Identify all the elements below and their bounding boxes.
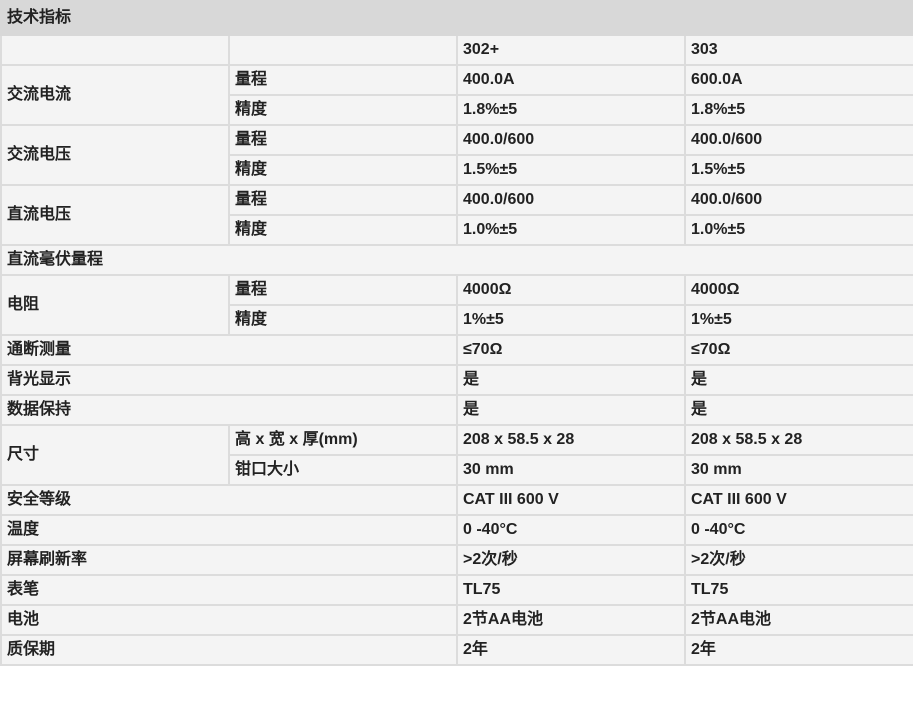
header-row: 302+ 303 — [0, 34, 913, 66]
data-hold-303: 是 — [683, 394, 913, 426]
size-jaw-label: 钳口大小 — [228, 454, 458, 486]
warranty-303: 2年 — [683, 634, 913, 666]
size-label: 尺寸 — [0, 424, 230, 486]
table-row: 直流毫伏量程 — [0, 244, 913, 276]
ac-current-label: 交流电流 — [0, 64, 230, 126]
resistance-accuracy-303: 1%±5 — [683, 304, 913, 336]
dc-voltage-range-label: 量程 — [228, 184, 458, 216]
resistance-label: 电阻 — [0, 274, 230, 336]
dc-mv-range-label: 直流毫伏量程 — [0, 244, 913, 276]
table-row: 温度 0 -40°C 0 -40°C — [0, 514, 913, 546]
ac-current-range-303: 600.0A — [683, 64, 913, 96]
resistance-range-label: 量程 — [228, 274, 458, 306]
warranty-label: 质保期 — [0, 634, 458, 666]
refresh-label: 屏幕刷新率 — [0, 544, 458, 576]
test-leads-label: 表笔 — [0, 574, 458, 606]
data-hold-label: 数据保持 — [0, 394, 458, 426]
test-leads-303: TL75 — [683, 574, 913, 606]
dc-voltage-range-303: 400.0/600 — [683, 184, 913, 216]
resistance-accuracy-302plus: 1%±5 — [456, 304, 686, 336]
continuity-label: 通断测量 — [0, 334, 458, 366]
refresh-303: >2次/秒 — [683, 544, 913, 576]
table-row: 通断测量 ≤70Ω ≤70Ω — [0, 334, 913, 366]
table-row: 表笔 TL75 TL75 — [0, 574, 913, 606]
table-title: 技术指标 — [0, 0, 913, 36]
size-dims-label: 高 x 宽 x 厚(mm) — [228, 424, 458, 456]
warranty-302plus: 2年 — [456, 634, 686, 666]
ac-voltage-range-303: 400.0/600 — [683, 124, 913, 156]
resistance-range-302plus: 4000Ω — [456, 274, 686, 306]
ac-current-range-302plus: 400.0A — [456, 64, 686, 96]
dc-voltage-label: 直流电压 — [0, 184, 230, 246]
ac-voltage-accuracy-303: 1.5%±5 — [683, 154, 913, 186]
table-row: 背光显示 是 是 — [0, 364, 913, 396]
ac-current-range-label: 量程 — [228, 64, 458, 96]
model-303: 303 — [683, 34, 913, 66]
dc-voltage-accuracy-302plus: 1.0%±5 — [456, 214, 686, 246]
table-row: 数据保持 是 是 — [0, 394, 913, 426]
title-row: 技术指标 — [0, 0, 913, 36]
header-blank — [228, 34, 458, 66]
backlight-302plus: 是 — [456, 364, 686, 396]
safety-303: CAT III 600 V — [683, 484, 913, 516]
size-jaw-303: 30 mm — [683, 454, 913, 486]
table-row: 直流电压 量程 400.0/600 400.0/600 — [0, 184, 913, 246]
dc-voltage-range-302plus: 400.0/600 — [456, 184, 686, 216]
continuity-303: ≤70Ω — [683, 334, 913, 366]
ac-current-accuracy-label: 精度 — [228, 94, 458, 126]
table-row: 电阻 量程 4000Ω 4000Ω — [0, 274, 913, 336]
refresh-302plus: >2次/秒 — [456, 544, 686, 576]
ac-voltage-accuracy-302plus: 1.5%±5 — [456, 154, 686, 186]
temperature-302plus: 0 -40°C — [456, 514, 686, 546]
dc-voltage-accuracy-label: 精度 — [228, 214, 458, 246]
table-row: 安全等级 CAT III 600 V CAT III 600 V — [0, 484, 913, 516]
resistance-range-303: 4000Ω — [683, 274, 913, 306]
battery-302plus: 2节AA电池 — [456, 604, 686, 636]
table-row: 交流电流 量程 400.0A 600.0A — [0, 64, 913, 126]
table-row: 电池 2节AA电池 2节AA电池 — [0, 604, 913, 636]
ac-voltage-accuracy-label: 精度 — [228, 154, 458, 186]
backlight-303: 是 — [683, 364, 913, 396]
safety-302plus: CAT III 600 V — [456, 484, 686, 516]
backlight-label: 背光显示 — [0, 364, 458, 396]
ac-voltage-range-302plus: 400.0/600 — [456, 124, 686, 156]
continuity-302plus: ≤70Ω — [456, 334, 686, 366]
size-dims-303: 208 x 58.5 x 28 — [683, 424, 913, 456]
ac-voltage-label: 交流电压 — [0, 124, 230, 186]
spec-table: 技术指标 302+ 303 交流电流 量程 400.0A 600.0A 精度 1… — [0, 0, 913, 666]
table-row: 交流电压 量程 400.0/600 400.0/600 — [0, 124, 913, 186]
data-hold-302plus: 是 — [456, 394, 686, 426]
battery-303: 2节AA电池 — [683, 604, 913, 636]
temperature-303: 0 -40°C — [683, 514, 913, 546]
table-row: 尺寸 高 x 宽 x 厚(mm) 208 x 58.5 x 28 208 x 5… — [0, 424, 913, 486]
header-blank — [0, 34, 230, 66]
safety-label: 安全等级 — [0, 484, 458, 516]
resistance-accuracy-label: 精度 — [228, 304, 458, 336]
battery-label: 电池 — [0, 604, 458, 636]
size-jaw-302plus: 30 mm — [456, 454, 686, 486]
model-302plus: 302+ — [456, 34, 686, 66]
temperature-label: 温度 — [0, 514, 458, 546]
size-dims-302plus: 208 x 58.5 x 28 — [456, 424, 686, 456]
dc-voltage-accuracy-303: 1.0%±5 — [683, 214, 913, 246]
test-leads-302plus: TL75 — [456, 574, 686, 606]
ac-current-accuracy-302plus: 1.8%±5 — [456, 94, 686, 126]
ac-voltage-range-label: 量程 — [228, 124, 458, 156]
ac-current-accuracy-303: 1.8%±5 — [683, 94, 913, 126]
table-row: 质保期 2年 2年 — [0, 634, 913, 666]
table-row: 屏幕刷新率 >2次/秒 >2次/秒 — [0, 544, 913, 576]
